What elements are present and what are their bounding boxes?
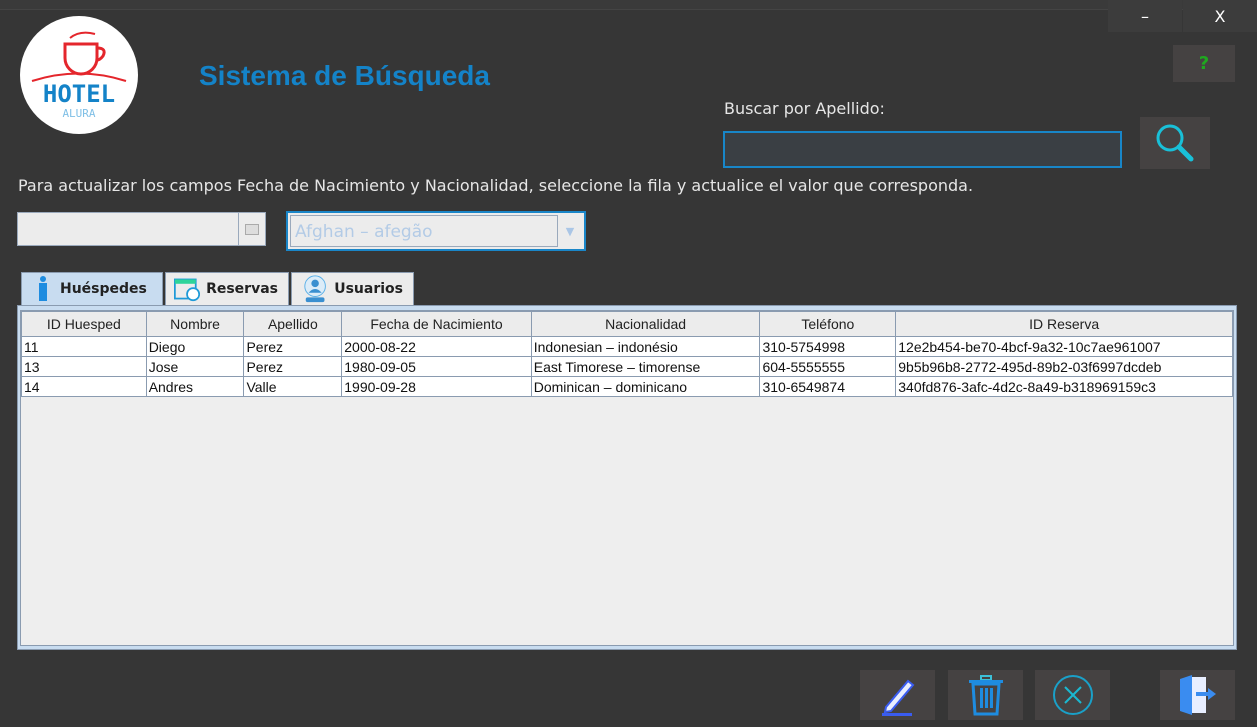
table-cell[interactable]: 340fd876-3afc-4d2c-8a49-b318969159c3 <box>895 376 1233 397</box>
title-bar <box>0 0 1257 10</box>
instructions-text: Para actualizar los campos Fecha de Naci… <box>18 176 974 195</box>
minimize-button[interactable]: – <box>1108 0 1182 32</box>
edit-button[interactable] <box>860 670 935 720</box>
hotel-alura-logo: HOTEL ALURA <box>20 16 138 134</box>
column-header[interactable]: ID Huesped <box>21 311 147 337</box>
column-header[interactable]: Fecha de Nacimiento <box>341 311 532 337</box>
table-cell[interactable]: Diego <box>145 336 245 357</box>
search-button[interactable] <box>1140 117 1210 169</box>
table-cell[interactable]: 14 <box>21 376 147 397</box>
table-cell[interactable]: Indonesian – indonésio <box>530 336 761 357</box>
table-cell[interactable]: Perez <box>243 336 343 357</box>
tab-reservas[interactable]: Reservas <box>165 272 289 305</box>
table-cell[interactable]: 11 <box>21 336 147 357</box>
trash-icon <box>968 675 1003 716</box>
tab-huespedes[interactable]: Huéspedes <box>21 272 163 305</box>
table-cell[interactable]: Perez <box>243 356 343 377</box>
table-cell[interactable]: Jose <box>145 356 245 377</box>
birthdate-field[interactable] <box>17 212 266 246</box>
calendar-icon <box>245 223 259 235</box>
user-icon <box>304 275 326 303</box>
column-header[interactable]: Nombre <box>145 311 245 337</box>
exit-button[interactable] <box>1160 670 1235 720</box>
table-cell[interactable]: 13 <box>21 356 147 377</box>
table-cell[interactable]: 310-5754998 <box>759 336 897 357</box>
table-cell[interactable]: 310-6549874 <box>759 376 897 397</box>
svg-text:ALURA: ALURA <box>62 107 95 120</box>
column-header[interactable]: ID Reserva <box>895 311 1233 337</box>
table-row[interactable]: 11 Diego Perez 2000-08-22 Indonesian – indon… <box>21 336 1233 357</box>
guests-table[interactable]: ID Huesped Nombre Apellido Fecha de Naci… <box>20 310 1234 646</box>
table-cell[interactable]: 2000-08-22 <box>341 336 532 357</box>
help-button[interactable]: ? <box>1173 45 1235 82</box>
date-input[interactable] <box>18 213 238 245</box>
delete-button[interactable] <box>948 670 1023 720</box>
column-header[interactable]: Nacionalidad <box>530 311 761 337</box>
nationality-select[interactable]: Afghan – afegão ▼ <box>286 211 586 251</box>
table-cell[interactable]: 604-5555555 <box>759 356 897 377</box>
calendar-clock-icon <box>174 278 201 302</box>
search-label: Buscar por Apellido: <box>724 99 885 118</box>
close-button[interactable]: X <box>1183 0 1257 32</box>
table-cell[interactable]: 1990-09-28 <box>341 376 532 397</box>
table-cell[interactable]: East Timorese – timorense <box>530 356 761 377</box>
pencil-icon <box>881 679 914 716</box>
tab-label: Usuarios <box>334 281 403 297</box>
search-input[interactable] <box>723 131 1122 168</box>
column-header[interactable]: Apellido <box>243 311 343 337</box>
cancel-button[interactable] <box>1035 670 1110 720</box>
table-cell[interactable]: Andres <box>145 376 245 397</box>
table-cell[interactable]: 1980-09-05 <box>341 356 532 377</box>
nationality-value: Afghan – afegão <box>290 215 558 247</box>
table-cell[interactable]: Dominican – dominicano <box>530 376 761 397</box>
table-cell[interactable]: Valle <box>243 376 343 397</box>
cancel-circle-icon <box>1052 675 1093 715</box>
tab-label: Huéspedes <box>60 281 147 297</box>
tab-usuarios[interactable]: Usuarios <box>291 272 414 305</box>
chevron-down-icon[interactable]: ▼ <box>558 215 582 247</box>
exit-door-icon <box>1179 675 1216 715</box>
table-cell[interactable]: 12e2b454-be70-4bcf-9a32-10c7ae961007 <box>895 336 1233 357</box>
calendar-button[interactable] <box>238 213 265 245</box>
table-header: ID Huesped Nombre Apellido Fecha de Naci… <box>21 311 1233 337</box>
page-title: Sistema de Búsqueda <box>199 60 490 91</box>
table-row[interactable]: 14 Andres Valle 1990-09-28 Dominican – domin… <box>21 376 1233 397</box>
search-icon <box>1156 124 1194 162</box>
tab-label: Reservas <box>206 281 278 297</box>
column-header[interactable]: Teléfono <box>759 311 897 337</box>
person-icon <box>39 276 47 301</box>
table-row[interactable]: 13 Jose Perez 1980-09-05 East Timorese – tim… <box>21 356 1233 377</box>
svg-text:HOTEL: HOTEL <box>43 80 115 108</box>
table-cell[interactable]: 9b5b96b8-2772-495d-89b2-03f6997dcdeb <box>895 356 1233 377</box>
